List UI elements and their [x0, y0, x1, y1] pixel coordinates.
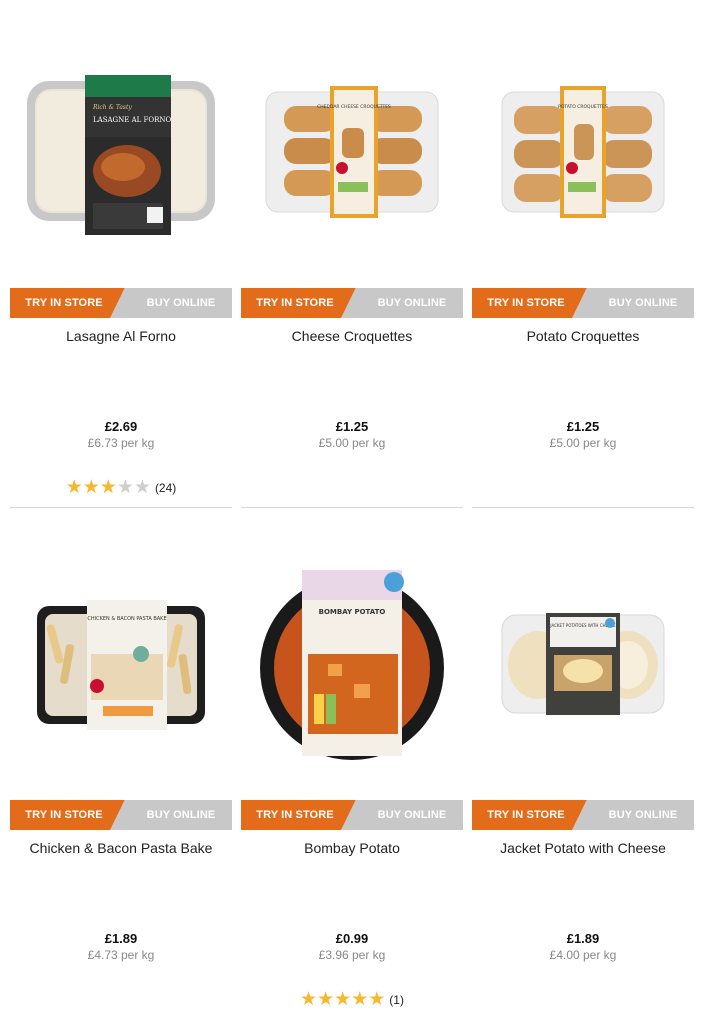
product-name[interactable]: Potato Croquettes [472, 328, 694, 344]
star-filled-icon: ★ [368, 989, 386, 1010]
try-in-store-button[interactable]: TRY IN STORE [472, 800, 590, 830]
product-name[interactable]: Bombay Potato [241, 840, 463, 856]
star-filled-icon: ★ [351, 989, 369, 1010]
try-in-store-button[interactable]: TRY IN STORE [241, 800, 359, 830]
product-actions: TRY IN STORE BUY ONLINE [241, 288, 463, 318]
product-price: £2.69 [104, 419, 138, 434]
product-image[interactable]: POTATO CROQUETTES [472, 52, 694, 252]
buy-online-button[interactable]: BUY ONLINE [341, 800, 463, 830]
product-name[interactable]: Chicken & Bacon Pasta Bake [10, 840, 232, 856]
star-filled-icon: ★ [300, 989, 318, 1010]
price-per-kg: £5.00 per kg [318, 436, 386, 450]
rating-stars: ★★★★★ [66, 476, 151, 499]
product-price: £1.89 [566, 931, 600, 946]
product-rating[interactable]: ★★★★★ (1) [241, 988, 463, 1011]
pack-title: CHICKEN & BACON PASTA BAKE [87, 616, 166, 622]
star-filled-icon: ★ [82, 477, 100, 498]
product-actions: TRY IN STORE BUY ONLINE [10, 800, 232, 830]
product-image[interactable]: BOMBAY POTATO [241, 564, 463, 764]
product-actions: TRY IN STORE BUY ONLINE [472, 800, 694, 830]
price-per-kg: £6.73 per kg [87, 436, 155, 450]
product-name[interactable]: Lasagne Al Forno [10, 328, 232, 344]
card-divider [472, 507, 694, 508]
product-card: CHICKEN & BACON PASTA BAKE TRY IN STORE … [10, 524, 232, 1020]
star-empty-icon: ★ [133, 477, 151, 498]
product-actions: TRY IN STORE BUY ONLINE [472, 288, 694, 318]
buy-online-button[interactable]: BUY ONLINE [110, 800, 232, 830]
pack-title: POTATO CROQUETTES [558, 104, 608, 110]
product-price: £0.99 [335, 931, 369, 946]
star-filled-icon: ★ [317, 989, 335, 1010]
product-card: BOMBAY POTATO TRY IN STORE BUY ONLINE Bo… [241, 524, 463, 1020]
product-actions: TRY IN STORE BUY ONLINE [241, 800, 463, 830]
product-rating[interactable]: ★★★★★ (24) [10, 476, 232, 499]
review-count: (1) [389, 992, 404, 1007]
pack-subtitle: Rich & Tasty [92, 104, 132, 111]
product-name[interactable]: Cheese Croquettes [241, 328, 463, 344]
pack-title: LASAGNE AL FORNO [93, 116, 172, 124]
try-in-store-button[interactable]: TRY IN STORE [10, 800, 128, 830]
price-per-kg: £4.00 per kg [549, 948, 617, 962]
product-image[interactable]: JACKET POTATOES WITH CHEESE [472, 564, 694, 764]
try-in-store-button[interactable]: TRY IN STORE [241, 288, 359, 318]
star-filled-icon: ★ [334, 989, 352, 1010]
card-divider [10, 507, 232, 508]
product-image[interactable]: CHICKEN & BACON PASTA BAKE [10, 564, 232, 764]
price-per-kg: £3.96 per kg [318, 948, 386, 962]
product-name[interactable]: Jacket Potato with Cheese [472, 840, 694, 856]
product-price: £1.89 [104, 931, 138, 946]
product-actions: TRY IN STORE BUY ONLINE [10, 288, 232, 318]
try-in-store-button[interactable]: TRY IN STORE [10, 288, 128, 318]
buy-online-button[interactable]: BUY ONLINE [572, 800, 694, 830]
buy-online-button[interactable]: BUY ONLINE [341, 288, 463, 318]
product-image[interactable]: CHEDDAR CHEESE CROQUETTES [241, 52, 463, 252]
product-card: POTATO CROQUETTES TRY IN STORE BUY ONLIN… [472, 12, 694, 508]
price-per-kg: £5.00 per kg [549, 436, 617, 450]
product-card: JACKET POTATOES WITH CHEESE TRY IN STORE… [472, 524, 694, 1020]
rating-stars: ★★★★★ [300, 988, 385, 1011]
star-empty-icon: ★ [116, 477, 134, 498]
review-count: (24) [154, 480, 177, 495]
product-price: £1.25 [335, 419, 369, 434]
buy-online-button[interactable]: BUY ONLINE [110, 288, 232, 318]
price-per-kg: £4.73 per kg [87, 948, 155, 962]
product-card: Rich & Tasty LASAGNE AL FORNO TRY IN STO… [10, 12, 232, 508]
product-price: £1.25 [566, 419, 600, 434]
buy-online-button[interactable]: BUY ONLINE [572, 288, 694, 318]
try-in-store-button[interactable]: TRY IN STORE [472, 288, 590, 318]
card-divider [241, 507, 463, 508]
star-filled-icon: ★ [99, 477, 117, 498]
star-filled-icon: ★ [65, 477, 83, 498]
product-card: CHEDDAR CHEESE CROQUETTES TRY IN STORE B… [241, 12, 463, 508]
pack-title: BOMBAY POTATO [319, 608, 386, 616]
pack-title: CHEDDAR CHEESE CROQUETTES [317, 104, 391, 110]
product-image[interactable]: Rich & Tasty LASAGNE AL FORNO [10, 52, 232, 252]
